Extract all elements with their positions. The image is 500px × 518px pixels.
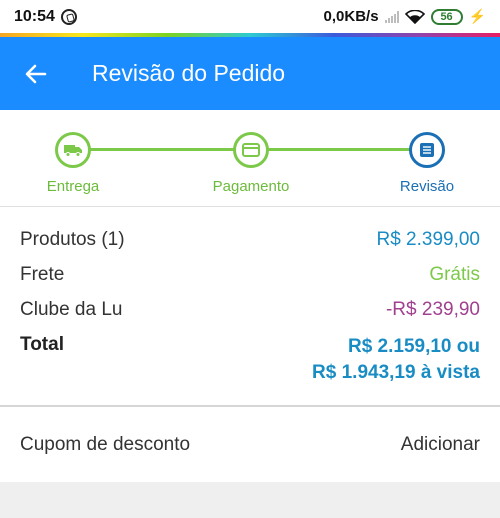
summary-row-total: Total R$ 2.159,10 ou R$ 1.943,19 à vista [20, 334, 480, 386]
step-pagamento-label: Pagamento [212, 178, 290, 195]
summary-row-produtos: Produtos (1) R$ 2.399,00 [20, 229, 480, 264]
step-entrega[interactable]: Entrega [13, 132, 133, 195]
step-entrega-label: Entrega [46, 178, 100, 195]
whatsapp-icon [60, 8, 77, 25]
status-bar: 10:54 0,0KB/s 56 ⚡ [0, 0, 500, 33]
list-icon [420, 143, 434, 157]
step-revisao[interactable]: Revisão [367, 132, 487, 195]
truck-icon [64, 145, 82, 157]
summary-row-clube: Clube da Lu -R$ 239,90 [20, 299, 480, 334]
step-revisao-circle [409, 132, 445, 168]
status-right: 0,0KB/s 56 ⚡ [324, 8, 486, 25]
total-value-cash: R$ 1.943,19 à vista [312, 362, 480, 383]
summary-label: Frete [20, 264, 65, 285]
network-speed: 0,0KB/s [323, 8, 379, 25]
summary-value: -R$ 239,90 [385, 299, 480, 320]
wifi-icon [404, 9, 425, 24]
battery-icon: 56 [430, 8, 463, 25]
charging-icon: ⚡ [468, 8, 486, 24]
step-pagamento-circle [233, 132, 269, 168]
coupon-row[interactable]: Cupom de desconto Adicionar [0, 408, 500, 482]
checkout-stepper: Entrega Pagamento Revisão [0, 110, 500, 207]
total-value: R$ 2.159,10 ou R$ 1.943,19 à vista [312, 334, 480, 386]
app-bar: Revisão do Pedido [0, 37, 500, 110]
signal-icon [384, 10, 399, 23]
summary-label: Produtos (1) [20, 229, 125, 250]
arrow-left-icon [25, 64, 47, 83]
status-left: 10:54 [14, 8, 77, 26]
summary-label: Clube da Lu [20, 299, 123, 320]
status-time: 10:54 [14, 7, 55, 25]
summary-value: Grátis [429, 264, 480, 285]
step-pagamento[interactable]: Pagamento [191, 132, 311, 195]
coupon-label: Cupom de desconto [20, 434, 191, 455]
back-button[interactable] [0, 37, 72, 110]
credit-card-icon [242, 143, 260, 157]
total-value-installments: R$ 2.159,10 ou [347, 336, 480, 357]
total-label: Total [20, 334, 64, 355]
add-coupon-button[interactable]: Adicionar [401, 434, 480, 456]
page-title: Revisão do Pedido [92, 60, 286, 86]
bottom-section [0, 482, 500, 518]
order-summary: Produtos (1) R$ 2.399,00 Frete Grátis Cl… [0, 207, 500, 407]
step-entrega-circle [55, 132, 91, 168]
summary-value: R$ 2.399,00 [376, 229, 480, 250]
summary-row-frete: Frete Grátis [20, 264, 480, 299]
step-revisao-label: Revisão [399, 178, 455, 195]
